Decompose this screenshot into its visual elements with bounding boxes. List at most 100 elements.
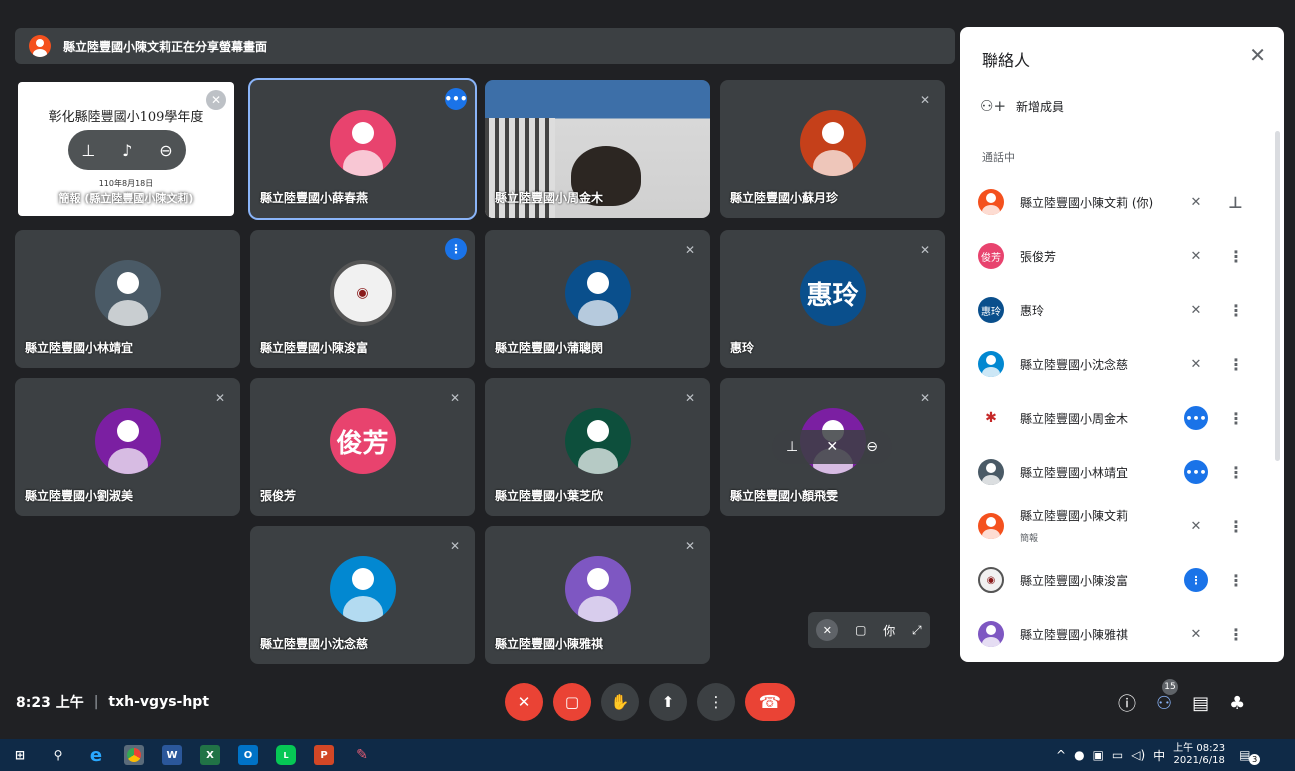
participant-tile[interactable]: ••• 縣立陸豐國小薛春燕 <box>248 78 477 220</box>
list-item[interactable]: 縣立陸豐國小陳文莉 (你) ✕ ⊥ <box>960 175 1274 229</box>
add-member-button[interactable]: ⚇+ 新增成員 <box>980 97 1064 115</box>
participant-name: 縣立陸豐國小沈念慈 <box>260 637 369 651</box>
people-button[interactable]: 15 ⚇ <box>1156 678 1178 714</box>
more-options-button[interactable]: ⋮ <box>697 683 735 721</box>
pin-icon[interactable]: ⊥ <box>1228 193 1243 212</box>
mute-icon[interactable]: ♪ <box>122 141 132 160</box>
paint-icon[interactable]: ✎ <box>352 745 372 765</box>
more-vert-icon: ⋮ <box>708 693 724 711</box>
ime-indicator[interactable]: 中 <box>1153 747 1165 764</box>
present-icon: ⬆ <box>661 693 675 711</box>
participant-tile[interactable]: ✕ 縣立陸豐國小劉淑美 <box>15 378 240 516</box>
more-vert-icon[interactable]: ⋮ <box>1228 301 1244 320</box>
present-button[interactable]: ⬆ <box>649 683 687 721</box>
participant-tile[interactable]: ✕ 縣立陸豐國小陳雅祺 <box>485 526 710 664</box>
participant-tile[interactable]: 縣立陸豐國小林靖宜 <box>15 230 240 368</box>
avatar <box>564 260 631 327</box>
avatar: ◉ <box>329 260 396 327</box>
avatar: 俊芳 <box>329 408 396 475</box>
participant-tile[interactable]: 惠玲 ✕ 惠玲 <box>720 230 945 368</box>
list-item[interactable]: 俊芳 張俊芳 ✕ ⋮ <box>960 229 1274 283</box>
more-vert-icon[interactable]: ⋮ <box>1228 517 1244 536</box>
windows-start-icon[interactable]: ⊞ <box>10 745 30 765</box>
avatar <box>564 556 631 623</box>
chrome-icon[interactable] <box>124 745 144 765</box>
expand-icon[interactable]: ⤢ <box>912 623 922 638</box>
avatar <box>564 408 631 475</box>
list-item[interactable]: 縣立陸豐國小林靖宜 ••• ⋮ <box>960 445 1274 499</box>
person-name: 縣立陸豐國小陳文莉 (你) <box>1020 195 1154 210</box>
more-vert-icon[interactable]: ⋮ <box>1228 571 1244 590</box>
remove-icon[interactable]: ⊖ <box>159 141 172 160</box>
participant-tile[interactable]: 縣立陸豐國小周金木 <box>485 80 710 218</box>
end-call-button[interactable]: ☎ <box>745 683 795 721</box>
add-member-label: 新增成員 <box>1016 99 1065 114</box>
muted-icon: ✕ <box>206 90 226 110</box>
list-item[interactable]: 縣立陸豐國小陳文莉 簡報 ✕ ⋮ <box>960 499 1274 553</box>
powerpoint-icon[interactable]: P <box>314 745 334 765</box>
more-vert-icon[interactable]: ⋮ <box>1228 355 1244 374</box>
muted-icon: ✕ <box>449 539 461 553</box>
avatar: 惠玲 <box>978 297 1004 323</box>
presentation-tile[interactable]: 彰化縣陸豐國小109學年度 ⊥ ♪ ⊖ 110年8月18日 簡報 (縣立陸豐國小… <box>18 82 234 216</box>
info-icon[interactable]: ⓘ <box>1118 690 1136 716</box>
list-item[interactable]: ◉ 縣立陸豐國小陳浚富 ⋮ ⋮ <box>960 553 1274 607</box>
chat-icon[interactable]: ▤ <box>1192 693 1209 714</box>
muted-icon: ✕ <box>919 391 931 405</box>
more-vert-icon[interactable]: ⋮ <box>1228 625 1244 644</box>
taskbar-clock[interactable]: 上午 08:23 2021/6/18 <box>1173 743 1225 767</box>
avatar <box>978 189 1004 215</box>
list-item[interactable]: 縣立陸豐國小陳雅祺 ✕ ⋮ <box>960 607 1274 661</box>
close-icon[interactable]: ✕ <box>1249 43 1266 67</box>
edge-icon[interactable]: e <box>86 745 106 766</box>
chevron-up-icon[interactable]: ^ <box>1056 748 1066 762</box>
participant-tile[interactable]: ✕ 縣立陸豐國小蒲聰閔 <box>485 230 710 368</box>
participant-name: 縣立陸豐國小蒲聰閔 <box>495 341 604 355</box>
tile-hover-controls[interactable]: ⊥ ✕ ⊖ <box>772 430 892 464</box>
list-item[interactable]: 縣立陸豐國小沈念慈 ✕ ⋮ <box>960 337 1274 391</box>
camera-toggle-button[interactable]: ▢ <box>553 683 591 721</box>
volume-off-icon: ✕ <box>1190 518 1202 534</box>
network-icon[interactable]: ▭ <box>1112 748 1123 762</box>
avatar: 惠玲 <box>799 260 866 327</box>
pin-icon[interactable]: ⊥ <box>786 439 798 455</box>
more-vert-icon[interactable]: ⋮ <box>1228 463 1244 482</box>
hand-icon: ✋ <box>610 693 630 711</box>
activities-icon[interactable]: ♣ <box>1229 693 1245 714</box>
more-options-icon[interactable]: ••• <box>445 88 468 110</box>
microphone-icon[interactable]: ● <box>1074 748 1084 762</box>
avatar <box>799 110 866 177</box>
remove-icon[interactable]: ⊖ <box>866 439 878 455</box>
mic-off-icon: ✕ <box>1190 356 1202 372</box>
participant-tile[interactable]: ◉ ⋮ 縣立陸豐國小陳浚富 <box>250 230 475 368</box>
outlook-icon[interactable]: O <box>238 745 258 765</box>
person-name: 縣立陸豐國小陳文莉 <box>1020 509 1129 523</box>
scrollbar[interactable] <box>1275 131 1280 461</box>
list-item[interactable]: ✱ 縣立陸豐國小周金木 ••• ⋮ <box>960 391 1274 445</box>
mute-icon[interactable]: ✕ <box>826 439 838 455</box>
settings-tray-icon[interactable]: ▣ <box>1093 748 1104 762</box>
excel-icon[interactable]: X <box>200 745 220 765</box>
side-controls: ⓘ 15 ⚇ ▤ ♣ <box>1118 678 1245 716</box>
participant-name: 縣立陸豐國小葉芝欣 <box>495 489 604 503</box>
volume-icon[interactable]: ◁) <box>1131 748 1145 762</box>
participant-tile[interactable]: ✕ 縣立陸豐國小葉芝欣 <box>485 378 710 516</box>
participant-tile[interactable]: ✕ 縣立陸豐國小沈念慈 <box>250 526 475 664</box>
word-icon[interactable]: W <box>162 745 182 765</box>
line-icon[interactable]: L <box>276 745 296 765</box>
participant-tile[interactable]: 俊芳 ✕ 張俊芳 <box>250 378 475 516</box>
mic-toggle-button[interactable]: ✕ <box>505 683 543 721</box>
pin-icon[interactable]: ⊥ <box>81 141 95 160</box>
notifications-button[interactable]: ▤ 3 <box>1239 748 1261 765</box>
tile-hover-controls[interactable]: ⊥ ♪ ⊖ <box>68 130 186 170</box>
person-name: 縣立陸豐國小林靖宜 <box>1020 465 1129 480</box>
raise-hand-button[interactable]: ✋ <box>601 683 639 721</box>
add-person-icon: ⚇+ <box>980 97 1007 115</box>
person-name: 縣立陸豐國小陳雅祺 <box>1020 627 1129 642</box>
mic-off-icon: ✕ <box>1190 194 1202 210</box>
participant-tile[interactable]: ✕ 縣立陸豐國小蘇月珍 <box>720 80 945 218</box>
more-vert-icon[interactable]: ⋮ <box>1228 247 1244 266</box>
more-vert-icon[interactable]: ⋮ <box>1228 409 1244 428</box>
list-item[interactable]: 惠玲 惠玲 ✕ ⋮ <box>960 283 1274 337</box>
search-icon[interactable]: ⚲ <box>48 745 68 765</box>
